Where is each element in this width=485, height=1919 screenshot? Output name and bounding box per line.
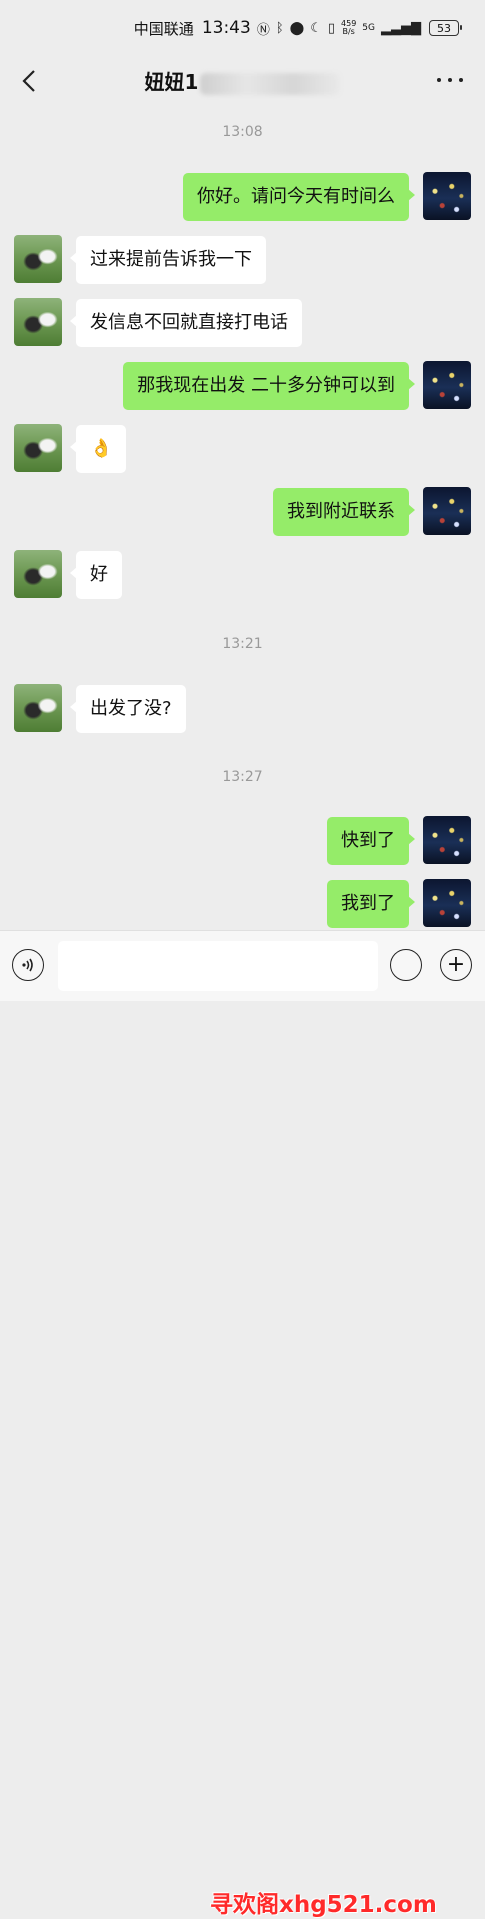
timestamp: 13:21 <box>222 636 263 652</box>
my-avatar[interactable] <box>423 172 471 220</box>
battery-indicator: 53 <box>429 20 462 36</box>
blurred-phone-number <box>200 72 341 95</box>
more-options-icon[interactable] <box>437 72 463 88</box>
contact-name: 妞妞 <box>144 70 185 94</box>
message-input[interactable] <box>58 941 378 991</box>
vibrate-icon: ▯ <box>327 20 336 36</box>
contact-number-visible: 1 <box>184 70 199 94</box>
contact-avatar[interactable] <box>14 550 62 598</box>
message-bubble-sent[interactable]: 我到附近联系 <box>273 488 415 536</box>
bluetooth-icon: ᛒ <box>275 20 284 36</box>
contact-avatar[interactable] <box>14 684 62 732</box>
plus-icon[interactable]: + <box>440 949 472 981</box>
nfc-icon: Ⓝ <box>256 22 270 38</box>
timestamp: 13:08 <box>222 124 263 140</box>
contact-avatar[interactable] <box>14 424 62 472</box>
watermark: 寻欢阁xhg521.com <box>210 1892 437 1918</box>
my-avatar[interactable] <box>423 879 471 927</box>
timestamp: 13:27 <box>222 769 263 785</box>
message-bubble-received-emoji[interactable]: 👌 <box>69 425 127 473</box>
chat-messages: 13:08 你好。请问今天有时间么 过来提前告诉我一下 发信息不回就直接打电话 … <box>0 106 485 930</box>
contact-avatar[interactable] <box>14 235 62 283</box>
my-avatar[interactable] <box>423 487 471 535</box>
message-bubble-sent[interactable]: 快到了 <box>327 817 415 865</box>
net-speed: 459 B/s <box>341 20 356 36</box>
moon-icon: ☾ <box>310 20 322 36</box>
net-speed-unit: B/s <box>342 27 355 36</box>
message-bubble-sent[interactable]: 你好。请问今天有时间么 <box>183 173 415 221</box>
contact-name-title: 妞妞1 <box>0 66 485 95</box>
message-bubble-received[interactable]: 好 <box>70 551 122 599</box>
message-bubble-sent[interactable]: 那我现在出发 二十多分钟可以到 <box>123 362 415 410</box>
contact-avatar[interactable] <box>14 298 62 346</box>
message-bubble-sent[interactable]: 我到了 <box>327 880 415 928</box>
my-avatar[interactable] <box>423 816 471 864</box>
message-bubble-received[interactable]: 过来提前告诉我一下 <box>70 236 266 284</box>
location-icon: ⬤ <box>289 20 305 36</box>
voice-input-icon[interactable] <box>12 949 44 981</box>
carrier-label: 中国联通 <box>133 19 194 38</box>
emoji-icon[interactable] <box>390 949 422 981</box>
signal-icon: ▂▃▅▇ <box>381 20 421 36</box>
status-bar: 中国联通 13:43 Ⓝ ᛒ ⬤ ☾ ▯ 459 B/s 5G ▂▃▅▇ 53 <box>0 0 485 56</box>
message-bubble-received[interactable]: 发信息不回就直接打电话 <box>70 299 302 347</box>
message-bubble-received[interactable]: 出发了没? <box>70 685 186 733</box>
network-type: 5G <box>362 23 375 33</box>
my-avatar[interactable] <box>423 361 471 409</box>
chat-header: 妞妞1 <box>0 56 485 106</box>
status-time: 13:43 <box>201 18 251 38</box>
message-input-bar: + 寻欢阁xhg521.com <box>0 930 485 1918</box>
